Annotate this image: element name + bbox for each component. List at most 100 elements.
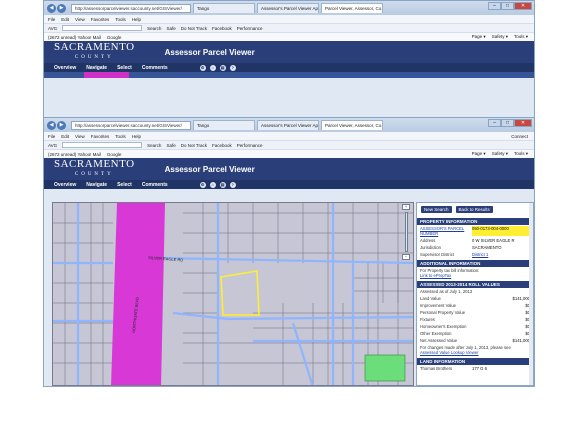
menu-favorites[interactable]: Favorites xyxy=(91,134,110,139)
zoom-in-icon[interactable]: + xyxy=(402,204,410,210)
supervisor-value[interactable]: District 1 xyxy=(472,252,530,257)
parcel-map[interactable]: SILVER EAGLE RD NORTHGATE BLVD xyxy=(52,202,414,386)
menu-edit[interactable]: Edit xyxy=(61,17,69,22)
tab-tango[interactable]: Tango xyxy=(193,3,255,13)
menu-file[interactable]: File xyxy=(48,134,55,139)
address-bar[interactable]: http://assessorparcelviewer.saccounty.ne… xyxy=(71,3,191,13)
menu-favorites[interactable]: Favorites xyxy=(91,17,110,22)
help-icon[interactable]: ? xyxy=(229,181,236,188)
app-title: Assessor Parcel Viewer xyxy=(164,164,255,174)
toolbar-performance[interactable]: Performance xyxy=(237,143,263,148)
forward-icon[interactable]: ▶ xyxy=(57,120,66,130)
forward-icon[interactable]: ▶ xyxy=(57,3,66,13)
toolbar-search-input[interactable] xyxy=(62,25,143,31)
help-icon[interactable]: ? xyxy=(229,64,236,71)
fav-yahoo[interactable]: (2672 unread) Yahoo! Mail xyxy=(48,152,101,157)
map-canvas[interactable]: SILVER EAGLE RD NORTHGATE BLVD xyxy=(53,203,414,386)
nav-navigate[interactable]: Navigate xyxy=(86,182,107,188)
roll-row: Other Exemption $0 xyxy=(417,330,533,337)
nav-select[interactable]: Select xyxy=(117,65,132,71)
page-menu[interactable]: Page ▾ xyxy=(472,151,486,157)
browser-window-front: ◀ ▶ http://assessorparcelviewer.saccount… xyxy=(43,117,535,387)
tab-parcel-applic[interactable]: Assessor's Parcel Viewer Applic... xyxy=(257,3,319,13)
toolbar-dnt[interactable]: Do Not Track xyxy=(181,143,207,148)
menu-tools[interactable]: Tools xyxy=(115,17,126,22)
panel-scrollbar[interactable] xyxy=(529,203,533,385)
maximize-icon[interactable]: □ xyxy=(501,119,514,127)
panel-buttons: New Search Back to Results xyxy=(417,203,533,216)
nav-navigate[interactable]: Navigate xyxy=(86,65,107,71)
back-to-results-button[interactable]: Back to Results xyxy=(455,206,493,213)
zoom-out-icon[interactable]: − xyxy=(402,254,410,260)
nav-comments[interactable]: Comments xyxy=(142,65,168,71)
close-icon[interactable]: ✕ xyxy=(514,119,532,127)
supervisor-label: Supervisor District xyxy=(420,252,454,257)
address-row: Address 0 W SILVER EAGLE R xyxy=(417,237,533,244)
avg-label[interactable]: AVG xyxy=(48,143,57,148)
fav-google[interactable]: Google xyxy=(107,152,122,157)
nav-select[interactable]: Select xyxy=(117,182,132,188)
address-bar[interactable]: http://assessorparcelviewer.saccounty.ne… xyxy=(71,120,191,130)
gear-icon[interactable]: ⚙ xyxy=(199,181,206,188)
print-icon[interactable]: ▤ xyxy=(219,64,226,71)
menu-view[interactable]: View xyxy=(75,17,85,22)
tab-parcel-viewer[interactable]: Parcel Viewer, Assessor, Co... xyxy=(321,3,383,13)
toolbar-performance[interactable]: Performance xyxy=(237,26,263,31)
tools-menu[interactable]: Tools ▾ xyxy=(514,34,528,40)
safety-menu[interactable]: Safety ▾ xyxy=(492,151,508,157)
roll-value: $0 xyxy=(525,310,530,315)
toolbar-search-input[interactable] xyxy=(62,142,143,148)
parcel-label[interactable]: ASSESSOR'S PARCEL NUMBER xyxy=(420,226,472,236)
close-icon[interactable]: ✕ xyxy=(514,2,532,10)
map-tools: + − xyxy=(401,204,411,260)
nav-overview[interactable]: Overview xyxy=(54,65,76,71)
nav-overview[interactable]: Overview xyxy=(54,182,76,188)
toolbar-search[interactable]: Search xyxy=(147,143,161,148)
toolbar-facebook[interactable]: Facebook xyxy=(212,143,232,148)
toolbar-facebook[interactable]: Facebook xyxy=(212,26,232,31)
avg-label[interactable]: AVG xyxy=(48,26,57,31)
home-icon[interactable]: ⌂ xyxy=(209,181,216,188)
print-icon[interactable]: ▤ xyxy=(219,181,226,188)
menu-file[interactable]: File xyxy=(48,17,55,22)
menu-tools[interactable]: Tools xyxy=(115,134,126,139)
tab-tango[interactable]: Tango xyxy=(193,120,255,130)
page-menu[interactable]: Page ▾ xyxy=(472,34,486,40)
roll-label: Other Exemption xyxy=(420,331,452,336)
toolbar-search[interactable]: Search xyxy=(147,26,161,31)
menu-view[interactable]: View xyxy=(75,134,85,139)
fav-google[interactable]: Google xyxy=(107,35,122,40)
minimize-icon[interactable]: – xyxy=(488,2,501,10)
property-panel: New Search Back to Results PROPERTY INFO… xyxy=(416,202,534,386)
connect-button[interactable]: Connect xyxy=(511,134,528,139)
assessed-value-link[interactable]: Assessed Value Lookup Viewer xyxy=(420,350,479,355)
menu-help[interactable]: Help xyxy=(132,17,141,22)
roll-label: Homeowner's Exemption xyxy=(420,324,467,329)
logo-line2: COUNTY xyxy=(74,54,114,60)
home-icon[interactable]: ⌂ xyxy=(209,64,216,71)
gear-icon[interactable]: ⚙ xyxy=(199,64,206,71)
fav-yahoo[interactable]: (2672 unread) Yahoo! Mail xyxy=(48,35,101,40)
menu-help[interactable]: Help xyxy=(132,134,141,139)
app-tools: ⚙ ⌂ ▤ ? xyxy=(199,181,236,188)
back-icon[interactable]: ◀ xyxy=(47,3,56,13)
safety-menu[interactable]: Safety ▾ xyxy=(492,34,508,40)
minimize-icon[interactable]: – xyxy=(488,119,501,127)
eproptax-link[interactable]: Link to ePropTax xyxy=(420,273,451,278)
tab-parcel-viewer[interactable]: Parcel Viewer, Assessor, Co... xyxy=(321,120,383,130)
new-search-button[interactable]: New Search xyxy=(421,206,452,213)
roll-label: Land Value xyxy=(420,296,441,301)
nav-comments[interactable]: Comments xyxy=(142,182,168,188)
maximize-icon[interactable]: □ xyxy=(501,2,514,10)
land-label: Thomas Brothers xyxy=(420,366,453,371)
roll-value: $141,000 xyxy=(512,338,530,343)
avg-toolbar: AVG Search Safe Do Not Track Facebook Pe… xyxy=(44,23,534,32)
tools-menu[interactable]: Tools ▾ xyxy=(514,151,528,157)
zoom-slider[interactable] xyxy=(404,212,408,252)
toolbar-safe[interactable]: Safe xyxy=(166,143,175,148)
back-icon[interactable]: ◀ xyxy=(47,120,56,130)
menu-edit[interactable]: Edit xyxy=(61,134,69,139)
toolbar-safe[interactable]: Safe xyxy=(166,26,175,31)
tab-parcel-applic[interactable]: Assessor's Parcel Viewer Applic... xyxy=(257,120,319,130)
toolbar-dnt[interactable]: Do Not Track xyxy=(181,26,207,31)
